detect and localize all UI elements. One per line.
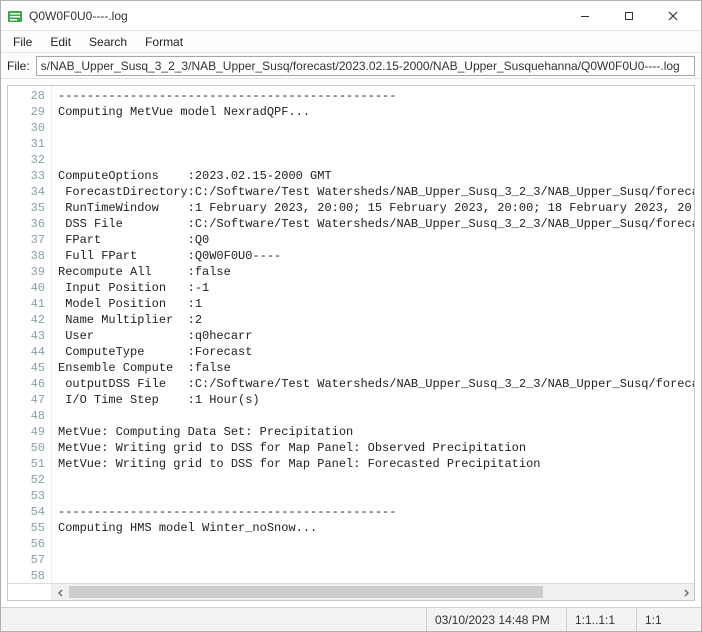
app-icon — [7, 8, 23, 24]
scroll-right-arrow-icon[interactable] — [677, 584, 694, 601]
close-button[interactable] — [651, 2, 695, 30]
horizontal-scrollbar-row — [8, 583, 694, 600]
menu-file[interactable]: File — [5, 33, 40, 51]
menu-edit[interactable]: Edit — [42, 33, 79, 51]
menu-bar: File Edit Search Format — [1, 31, 701, 53]
status-position: 1:1..1:1 — [567, 608, 637, 631]
menu-search[interactable]: Search — [81, 33, 135, 51]
scrollbar-thumb[interactable] — [69, 586, 543, 598]
file-path-bar: File: — [1, 53, 701, 79]
editor-frame: 28 29 30 31 32 33 34 35 36 37 38 39 40 4… — [7, 85, 695, 601]
status-bar: 03/10/2023 14:48 PM 1:1..1:1 1:1 — [1, 607, 701, 631]
scroll-left-arrow-icon[interactable] — [52, 584, 69, 601]
status-selection: 1:1 — [637, 608, 701, 631]
window-controls — [563, 2, 695, 30]
scrollbar-track[interactable] — [69, 584, 677, 600]
status-empty — [1, 608, 427, 631]
window-title: Q0W0F0U0----.log — [29, 9, 563, 23]
code-content[interactable]: ----------------------------------------… — [52, 86, 694, 583]
editor-area[interactable]: 28 29 30 31 32 33 34 35 36 37 38 39 40 4… — [8, 86, 694, 583]
file-label: File: — [7, 59, 30, 73]
horizontal-scrollbar[interactable] — [52, 584, 694, 600]
line-number-gutter: 28 29 30 31 32 33 34 35 36 37 38 39 40 4… — [8, 86, 52, 583]
scrollbar-gutter-spacer — [8, 584, 52, 600]
status-datetime: 03/10/2023 14:48 PM — [427, 608, 567, 631]
maximize-button[interactable] — [607, 2, 651, 30]
menu-format[interactable]: Format — [137, 33, 191, 51]
title-bar: Q0W0F0U0----.log — [1, 1, 701, 31]
minimize-button[interactable] — [563, 2, 607, 30]
file-path-input[interactable] — [36, 56, 695, 76]
